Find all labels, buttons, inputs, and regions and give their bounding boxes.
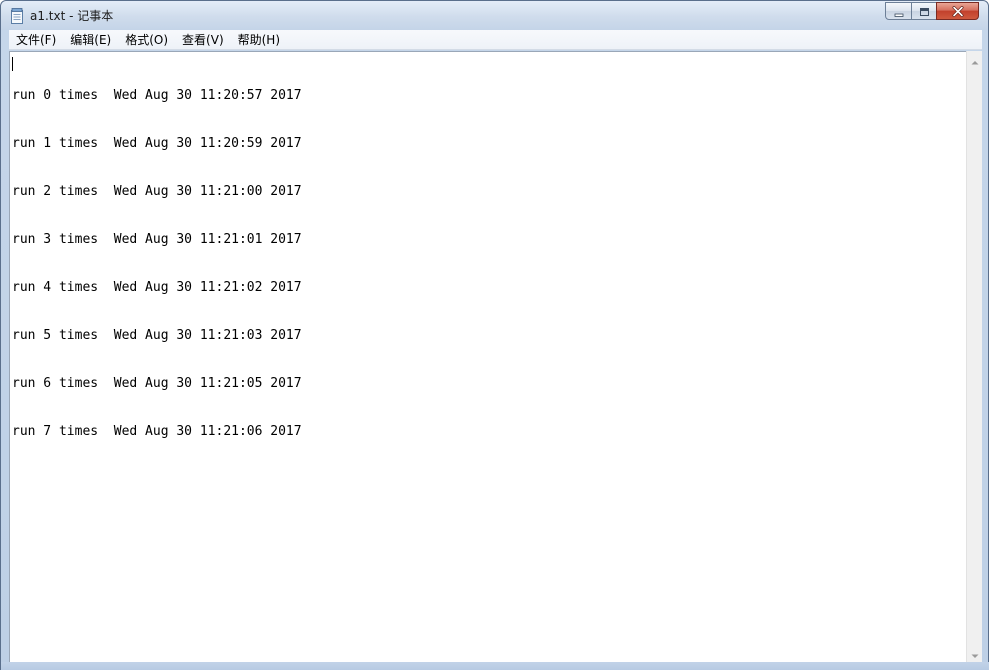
text-line: run 3 times Wed Aug 30 11:21:01 2017 [12, 232, 302, 247]
text-line: run 6 times Wed Aug 30 11:21:05 2017 [12, 376, 302, 391]
notepad-window: a1.txt - 记事本 文件(F) 编辑(E) 格式(O) 查看(V) 帮助(… [0, 0, 989, 670]
text-line: run 7 times Wed Aug 30 11:21:06 2017 [12, 424, 302, 439]
close-icon [952, 2, 964, 21]
text-line: run 0 times Wed Aug 30 11:20:57 2017 [12, 88, 302, 103]
menu-bar: 文件(F) 编辑(E) 格式(O) 查看(V) 帮助(H) [9, 30, 982, 50]
text-line: run 1 times Wed Aug 30 11:20:59 2017 [12, 136, 302, 151]
menu-help[interactable]: 帮助(H) [231, 30, 287, 50]
scroll-down-arrow-icon [971, 644, 979, 663]
minimize-button[interactable] [885, 2, 912, 20]
notepad-icon[interactable] [10, 8, 24, 24]
text-line: run 5 times Wed Aug 30 11:21:03 2017 [12, 328, 302, 343]
window-bottom-border [1, 662, 989, 670]
maximize-icon [919, 2, 930, 21]
vertical-scrollbar[interactable] [966, 51, 982, 662]
menu-edit[interactable]: 编辑(E) [63, 30, 118, 50]
caption-buttons [885, 2, 979, 21]
scroll-up-button[interactable] [967, 51, 983, 68]
close-button[interactable] [936, 2, 979, 20]
maximize-button[interactable] [911, 2, 937, 20]
scroll-down-button[interactable] [967, 645, 983, 662]
document-text: run 0 times Wed Aug 30 11:20:57 2017 run… [12, 56, 302, 472]
menu-view[interactable]: 查看(V) [175, 30, 231, 50]
menu-format[interactable]: 格式(O) [118, 30, 175, 50]
title-bar[interactable]: a1.txt - 记事本 [1, 1, 988, 30]
text-line: run 4 times Wed Aug 30 11:21:02 2017 [12, 280, 302, 295]
scroll-up-arrow-icon [971, 50, 979, 69]
menu-file[interactable]: 文件(F) [9, 30, 63, 50]
minimize-icon [894, 2, 904, 21]
text-line: run 2 times Wed Aug 30 11:21:00 2017 [12, 184, 302, 199]
window-title: a1.txt - 记事本 [30, 9, 114, 23]
text-editor-area[interactable]: run 0 times Wed Aug 30 11:20:57 2017 run… [9, 51, 966, 662]
